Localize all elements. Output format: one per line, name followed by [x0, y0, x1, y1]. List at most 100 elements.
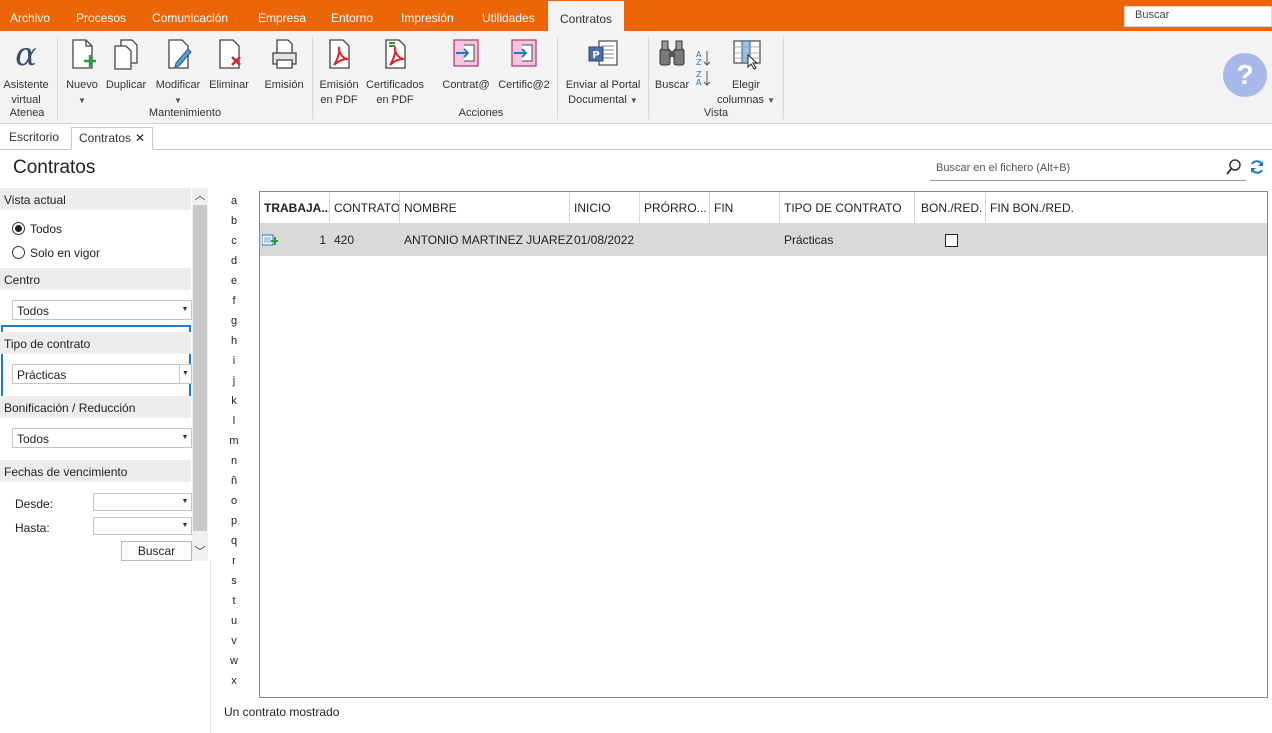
dropdown-arrow-icon[interactable]: ▼ [179, 518, 191, 534]
eliminar-button[interactable]: Eliminar [206, 37, 252, 93]
dropdown-arrow-icon[interactable]: ▼ [179, 429, 191, 447]
column-header-fin-bon-red[interactable]: FIN BON./RED. [986, 192, 1267, 224]
dropdown-arrow-icon[interactable]: ▼ [179, 365, 191, 383]
file-search-input[interactable]: Buscar en el fichero (Alt+B) [930, 155, 1246, 181]
emision-button[interactable]: Emisión [261, 37, 307, 93]
nuevo-button[interactable]: Nuevo ▼ [62, 37, 102, 108]
radio-todos[interactable]: Todos [12, 222, 62, 236]
scroll-thumb[interactable] [193, 205, 207, 531]
help-icon[interactable]: ? [1223, 53, 1267, 97]
menu-procesos[interactable]: Procesos [68, 0, 134, 31]
column-header-trabajador[interactable]: TRABAJA... [260, 192, 330, 224]
refresh-icon[interactable] [1249, 159, 1265, 175]
alpha-letter-j[interactable]: j [224, 375, 244, 387]
contrata-button[interactable]: Contrat@ [438, 37, 494, 93]
menu-contratos[interactable]: Contratos [548, 0, 624, 31]
desde-label: Desde: [15, 497, 54, 511]
buscar-filter-button[interactable]: Buscar [121, 541, 192, 561]
close-icon[interactable]: ✕ [135, 131, 145, 145]
certifica-icon [511, 39, 537, 67]
chevron-down-icon: ▼ [174, 96, 182, 105]
dropdown-arrow-icon[interactable]: ▼ [179, 494, 191, 510]
alpha-letter-s[interactable]: s [224, 575, 244, 587]
alpha-letter-enye[interactable]: ñ [224, 475, 244, 487]
menu-utilidades[interactable]: Utilidades [474, 0, 543, 31]
centro-select[interactable]: Todos ▼ [12, 300, 192, 320]
alpha-letter-i[interactable]: i [224, 355, 244, 367]
alpha-letter-f[interactable]: f [224, 295, 244, 307]
enviar-portal-button[interactable]: P Enviar al Portal Documental ▼ [562, 37, 644, 108]
alpha-letter-b[interactable]: b [224, 215, 244, 227]
cell-prorroga [640, 224, 710, 256]
sort-az-button[interactable]: AZZA [693, 47, 713, 92]
menu-archivo[interactable]: Archivo [2, 0, 58, 31]
alpha-letter-l[interactable]: l [224, 415, 244, 427]
certifica-button[interactable]: Certific@2 [495, 37, 553, 93]
column-header-inicio[interactable]: INICIO [570, 192, 640, 224]
search-icon[interactable] [1226, 158, 1242, 176]
bonificacion-select[interactable]: Todos ▼ [12, 428, 192, 448]
chevron-down-icon[interactable]: ﹀ [192, 544, 208, 560]
chevron-up-icon[interactable]: ︿ [192, 188, 208, 204]
column-header-prorroga[interactable]: PRÓRRO... [640, 192, 710, 224]
table-row[interactable]: 1 420 ANTONIO MARTINEZ JUAREZ 01/08/2022… [260, 224, 1267, 256]
modificar-button[interactable]: Modificar ▼ [152, 37, 204, 108]
contracts-grid: TRABAJA... CONTRATO NOMBRE INICIO PRÓRRO… [259, 191, 1268, 698]
radio-icon[interactable] [12, 246, 25, 259]
asistente-virtual-button[interactable]: α Asistente virtual [2, 35, 50, 108]
alpha-letter-a[interactable]: a [224, 195, 244, 207]
alpha-letter-x[interactable]: x [224, 675, 244, 687]
bonificacion-header: Bonificación / Reducción [0, 396, 191, 418]
alpha-letter-h[interactable]: h [224, 335, 244, 347]
alpha-letter-q[interactable]: q [224, 535, 244, 547]
alpha-letter-e[interactable]: e [224, 275, 244, 287]
certificados-pdf-button[interactable]: Certificados en PDF [364, 37, 426, 108]
group-label-mantenimiento: Mantenimiento [148, 107, 222, 119]
centro-header: Centro [0, 268, 191, 290]
menu-impresion[interactable]: Impresión [393, 0, 462, 31]
hasta-date-input[interactable]: ▼ [93, 517, 192, 535]
cell-nombre: ANTONIO MARTINEZ JUAREZ [404, 233, 573, 247]
fechas-header: Fechas de vencimiento [0, 460, 191, 482]
alpha-letter-n[interactable]: n [224, 455, 244, 467]
column-header-bon-red[interactable]: BON./RED. [915, 192, 986, 224]
filter-scrollbar[interactable]: ︿ ﹀ [192, 188, 208, 561]
alpha-letter-k[interactable]: k [224, 395, 244, 407]
column-header-tipo-contrato[interactable]: TIPO DE CONTRATO [780, 192, 915, 224]
menu-empresa[interactable]: Empresa [250, 0, 314, 31]
svg-text:A: A [696, 78, 702, 87]
alpha-letter-p[interactable]: p [224, 515, 244, 527]
menu-entorno[interactable]: Entorno [323, 0, 381, 31]
alpha-letter-g[interactable]: g [224, 315, 244, 327]
menu-comunicacion[interactable]: Comunicación [144, 0, 236, 31]
alpha-letter-o[interactable]: o [224, 495, 244, 507]
alpha-letter-d[interactable]: d [224, 255, 244, 267]
tipo-contrato-select[interactable]: Prácticas ▼ [12, 364, 192, 384]
alpha-letter-r[interactable]: r [224, 555, 244, 567]
alpha-letter-v[interactable]: v [224, 635, 244, 647]
buscar-ribbon-button[interactable]: Buscar [653, 37, 691, 93]
top-search-input[interactable]: Buscar [1124, 6, 1272, 27]
alpha-letter-t[interactable]: t [224, 595, 244, 607]
tab-contratos[interactable]: Contratos ✕ [71, 127, 154, 150]
column-header-fin[interactable]: FIN [710, 192, 780, 224]
cell-bon-red-checkbox[interactable] [945, 234, 958, 247]
contrata-icon [453, 39, 479, 67]
alpha-letter-c[interactable]: c [224, 235, 244, 247]
radio-solo-en-vigor[interactable]: Solo en vigor [12, 246, 100, 260]
group-label-vista: Vista [703, 107, 729, 119]
column-header-contrato[interactable]: CONTRATO [330, 192, 400, 224]
desde-date-input[interactable]: ▼ [93, 493, 192, 511]
duplicar-button[interactable]: Duplicar [103, 37, 149, 93]
alpha-letter-m[interactable]: m [224, 435, 244, 447]
dropdown-arrow-icon[interactable]: ▼ [179, 301, 191, 319]
column-header-nombre[interactable]: NOMBRE [400, 192, 570, 224]
elegir-columnas-button[interactable]: Elegir columnas ▼ [715, 37, 777, 108]
tab-escritorio[interactable]: Escritorio [2, 127, 66, 150]
alpha-letter-w[interactable]: w [224, 655, 244, 667]
hasta-label: Hasta: [15, 521, 50, 535]
ribbon-separator [312, 37, 313, 119]
emision-pdf-button[interactable]: Emisión en PDF [316, 37, 362, 108]
alpha-letter-u[interactable]: u [224, 615, 244, 627]
radio-selected-icon[interactable] [12, 222, 25, 235]
